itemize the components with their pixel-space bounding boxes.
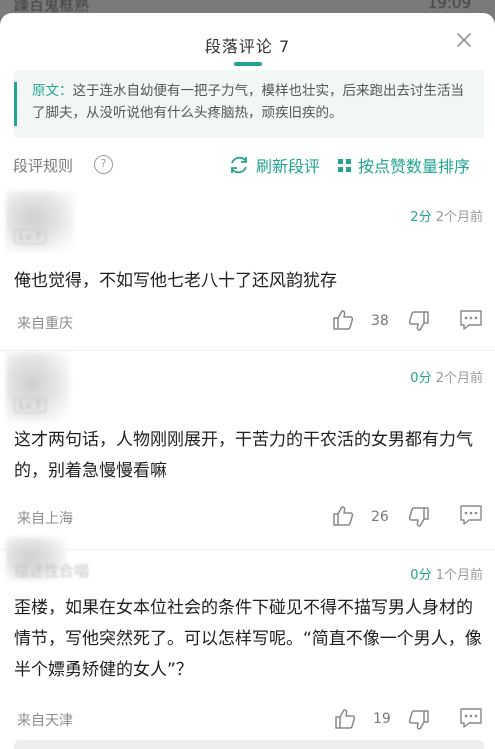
comment-text: 俺也觉得，不如写他七老八十了还风韵犹存	[14, 271, 337, 291]
comment-score: 2分	[410, 210, 432, 225]
comment-toolbar: 段评规则 ? 刷新段评 按点赞数量排序	[0, 141, 495, 185]
comment-time: 2个月前	[435, 210, 483, 225]
thumbs-down-icon[interactable]	[407, 708, 431, 732]
thumbs-up-icon[interactable]	[331, 504, 355, 528]
quote-label: 原文：	[32, 83, 73, 99]
refresh-icon	[231, 156, 247, 174]
reply-bubble-icon[interactable]	[458, 503, 484, 527]
comment-score: 0分	[410, 371, 432, 386]
comment-item: Lv.7 2分 2个月前 俺也觉得，不如写他七老八十了还风韵犹存 来自重庆 38	[0, 187, 495, 347]
divider	[0, 549, 495, 550]
refresh-label: 刷新段评	[256, 157, 321, 176]
original-quote: 原文：这于连水自幼便有一把子力气，模样也壮实，后来跑出去讨生活当了脚夫，从没听说…	[14, 70, 484, 138]
status-time: 19:09	[427, 0, 471, 12]
grid-icon	[338, 158, 351, 172]
reply-bubble-icon[interactable]	[458, 706, 484, 730]
comment-input-bar[interactable]	[14, 740, 484, 749]
thumbs-down-icon[interactable]	[407, 309, 431, 333]
sheet-title: 段落评论 7	[204, 37, 291, 56]
sort-label: 按点赞数量排序	[358, 157, 471, 176]
thumbs-down-icon[interactable]	[407, 505, 431, 529]
comment-location: 来自重庆	[17, 316, 73, 332]
like-count: 19	[373, 711, 391, 727]
comment-location: 来自上海	[17, 511, 73, 527]
help-icon[interactable]: ?	[94, 155, 113, 174]
quote-accent-bar	[14, 82, 17, 126]
comment-meta: 2分 2个月前	[410, 206, 483, 225]
thumbs-up-icon[interactable]	[331, 308, 355, 332]
title-underline	[234, 62, 262, 66]
quote-text: 这于连水自幼便有一把子力气，模样也壮实，后来跑出去讨生活当了脚夫，从没听说他有什…	[32, 83, 464, 121]
comment-item: Lv.7 0分 2个月前 这才两句话，人物刚刚展开，干苦力的干农活的女男都有力气…	[0, 352, 495, 547]
comment-location: 来自天津	[17, 713, 73, 729]
user-level-badge: Lv.7	[14, 229, 47, 244]
comment-text: 这才两句话，人物刚刚展开，干苦力的干农活的女男都有力气的，别着急慢慢看嘛	[14, 430, 473, 481]
divider	[0, 350, 495, 351]
like-count: 38	[371, 313, 389, 329]
comment-text: 歪楼，如果在女本位社会的条件下碰见不得不描写男人身材的情节，写他突然死了。可以怎…	[14, 598, 482, 680]
rules-link[interactable]: 段评规则	[13, 155, 73, 176]
reply-bubble-icon[interactable]	[458, 308, 484, 332]
thumbs-up-icon[interactable]	[333, 707, 357, 731]
comment-time: 2个月前	[435, 371, 483, 386]
close-icon[interactable]	[455, 31, 473, 49]
sort-button[interactable]: 按点赞数量排序	[338, 153, 470, 177]
user-level-badge: Lv.7	[14, 398, 47, 413]
comment-meta: 0分 1个月前	[410, 564, 483, 583]
refresh-button[interactable]: 刷新段评	[228, 153, 320, 177]
comment-time: 1个月前	[435, 568, 483, 583]
like-count: 26	[371, 509, 389, 525]
sheet-header: 段落评论 7	[0, 13, 495, 69]
comment-meta: 0分 2个月前	[410, 367, 483, 386]
comment-score: 0分	[410, 568, 432, 583]
user-name: 描述性合唱	[14, 562, 90, 580]
comment-item: 描述性合唱 0分 1个月前 歪楼，如果在女本位社会的条件下碰见不得不描写男人身材…	[0, 537, 495, 741]
comments-sheet: 段落评论 7 原文：这于连水自幼便有一把子力气，模样也壮实，后来跑出去讨生活当了…	[0, 13, 495, 749]
